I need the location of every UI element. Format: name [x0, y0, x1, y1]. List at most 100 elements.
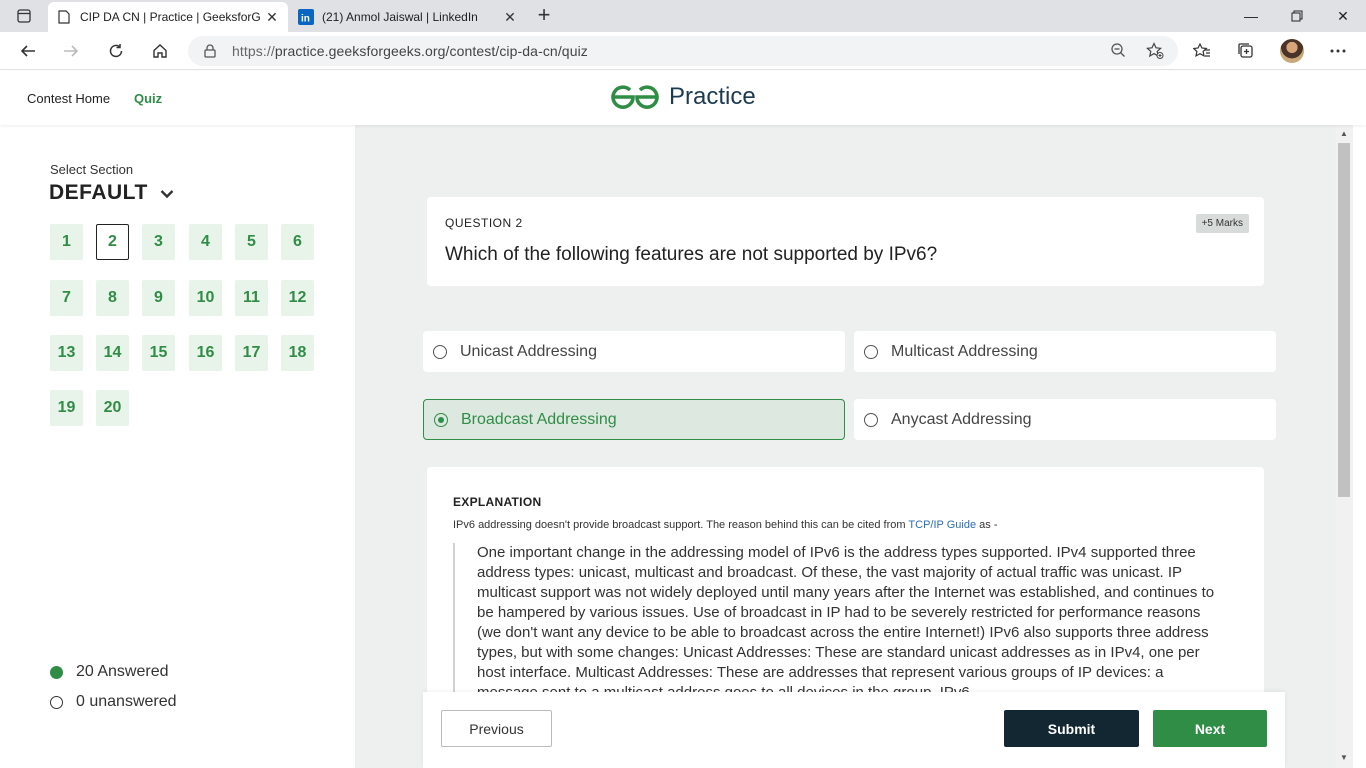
quiz-link[interactable]: Quiz	[134, 91, 162, 106]
option-anycast[interactable]: Anycast Addressing	[854, 399, 1276, 440]
question-text: Which of the following features are not …	[445, 244, 938, 265]
question-nav-8[interactable]: 8	[96, 280, 129, 316]
option-multicast[interactable]: Multicast Addressing	[854, 331, 1276, 372]
option-unicast[interactable]: Unicast Addressing	[423, 331, 845, 372]
quiz-main: QUESTION 2 +5 Marks Which of the followi…	[355, 125, 1336, 768]
question-nav-10[interactable]: 10	[189, 280, 222, 316]
intro-suffix: as -	[976, 519, 998, 531]
unanswered-legend: 0 unanswered	[50, 693, 177, 711]
browser-tab-strip: CIP DA CN | Practice | GeeksforG ✕ in (2…	[0, 0, 1366, 32]
svg-text:in: in	[301, 14, 310, 25]
radio-selected-icon	[434, 412, 448, 427]
intro-text: IPv6 addressing doesn't provide broadcas…	[453, 519, 909, 531]
question-nav-15[interactable]: 15	[142, 335, 175, 371]
question-nav-19[interactable]: 19	[50, 390, 83, 426]
submit-button[interactable]: Submit	[1004, 710, 1139, 747]
question-nav-20[interactable]: 20	[96, 390, 129, 426]
option-label: Anycast Addressing	[891, 410, 1032, 428]
browser-tab-geeksforgeeks[interactable]: CIP DA CN | Practice | GeeksforG ✕	[48, 2, 288, 32]
marks-badge: +5 Marks	[1195, 214, 1249, 233]
radio-icon	[864, 344, 878, 359]
site-header: Contest Home Quiz Practice	[0, 71, 1366, 125]
question-nav-2[interactable]: 2	[96, 224, 129, 260]
close-window-icon[interactable]: ✕	[1320, 0, 1366, 32]
question-nav-6[interactable]: 6	[281, 224, 314, 260]
next-button[interactable]: Next	[1153, 710, 1267, 747]
quiz-footer: Previous Submit Next	[423, 692, 1285, 768]
address-bar[interactable]: https://practice.geeksforgeeks.org/conte…	[188, 36, 1178, 66]
select-section-label: Select Section	[50, 162, 134, 177]
section-dropdown[interactable]: DEFAULT	[49, 181, 174, 205]
question-nav-16[interactable]: 16	[189, 335, 222, 371]
question-nav-12[interactable]: 12	[281, 280, 314, 316]
tcpip-guide-link[interactable]: TCP/IP Guide	[908, 519, 976, 531]
question-nav-1[interactable]: 1	[50, 224, 83, 260]
scroll-down-icon[interactable]: ▼	[1340, 753, 1348, 762]
add-favorite-icon[interactable]	[1146, 42, 1164, 65]
question-nav-5[interactable]: 5	[235, 224, 268, 260]
explanation-intro: IPv6 addressing doesn't provide broadcas…	[453, 519, 998, 531]
browser-tab-linkedin[interactable]: in (21) Anmol Jaiswal | LinkedIn ✕	[290, 2, 526, 32]
favorites-icon[interactable]	[1188, 37, 1216, 65]
linkedin-icon: in	[298, 9, 314, 25]
scrollbar-thumb[interactable]	[1338, 143, 1350, 497]
gfg-logo[interactable]: Practice	[609, 83, 756, 111]
tab-title: CIP DA CN | Practice | GeeksforG	[80, 10, 261, 24]
explanation-quote: One important change in the addressing m…	[453, 543, 1223, 703]
question-nav-14[interactable]: 14	[96, 335, 129, 371]
question-nav-7[interactable]: 7	[50, 280, 83, 316]
question-nav-9[interactable]: 9	[142, 280, 175, 316]
answered-dot-icon	[50, 665, 63, 679]
question-nav-11[interactable]: 11	[235, 280, 268, 316]
contest-home-link[interactable]: Contest Home	[27, 91, 110, 106]
refresh-icon[interactable]	[102, 37, 130, 65]
close-tab-icon[interactable]: ✕	[264, 9, 280, 25]
url-text: https://practice.geeksforgeeks.org/conte…	[232, 43, 588, 59]
chevron-down-icon	[160, 181, 174, 205]
window-controls: — ✕	[1228, 0, 1366, 32]
option-broadcast[interactable]: Broadcast Addressing	[423, 399, 845, 440]
section-value: DEFAULT	[49, 181, 148, 204]
answered-legend: 20 Answered	[50, 663, 169, 681]
zoom-icon[interactable]	[1110, 42, 1126, 63]
restore-icon[interactable]	[1274, 0, 1320, 32]
new-tab-icon[interactable]: +	[532, 4, 556, 28]
question-nav-13[interactable]: 13	[50, 335, 83, 371]
profile-avatar[interactable]	[1280, 39, 1304, 63]
unanswered-dot-icon	[50, 695, 63, 709]
url-path: practice.geeksforgeeks.org/contest/cip-d…	[274, 43, 588, 59]
question-card: QUESTION 2 +5 Marks Which of the followi…	[427, 197, 1264, 286]
question-nav-17[interactable]: 17	[235, 335, 268, 371]
scroll-up-icon[interactable]: ▲	[1340, 129, 1348, 138]
lock-icon[interactable]	[202, 44, 218, 58]
close-tab-icon[interactable]: ✕	[502, 9, 518, 25]
answered-count: 20 Answered	[76, 663, 169, 680]
home-icon[interactable]	[146, 37, 174, 65]
unanswered-count: 0 unanswered	[76, 693, 177, 710]
minimize-icon[interactable]: —	[1228, 0, 1274, 32]
explanation-title: EXPLANATION	[453, 495, 542, 509]
radio-icon	[864, 412, 878, 427]
option-label: Multicast Addressing	[891, 342, 1038, 360]
option-label: Unicast Addressing	[460, 342, 597, 360]
more-menu-icon[interactable]	[1324, 37, 1352, 65]
question-number: QUESTION 2	[445, 216, 523, 230]
browser-toolbar: https://practice.geeksforgeeks.org/conte…	[0, 32, 1366, 70]
radio-icon	[433, 344, 447, 359]
question-nav-18[interactable]: 18	[281, 335, 314, 371]
collections-icon[interactable]	[1232, 37, 1260, 65]
gfg-logo-icon	[611, 85, 659, 109]
forward-icon[interactable]	[57, 37, 85, 65]
question-nav-3[interactable]: 3	[142, 224, 175, 260]
previous-button[interactable]: Previous	[441, 710, 552, 747]
brand-name: Practice	[669, 83, 756, 110]
question-sidebar: Select Section DEFAULT 1 2 3 4 5 6 7 8 9 10 11 12 13…	[0, 125, 355, 768]
option-label: Broadcast Addressing	[461, 410, 617, 428]
page-scrollbar[interactable]: ▲ ▼	[1336, 125, 1353, 768]
tab-actions-icon[interactable]	[10, 6, 38, 26]
tab-title: (21) Anmol Jaiswal | LinkedIn	[322, 10, 478, 24]
question-nav-4[interactable]: 4	[189, 224, 222, 260]
document-icon	[56, 9, 72, 25]
url-scheme: https://	[232, 43, 275, 59]
back-icon[interactable]	[14, 37, 42, 65]
